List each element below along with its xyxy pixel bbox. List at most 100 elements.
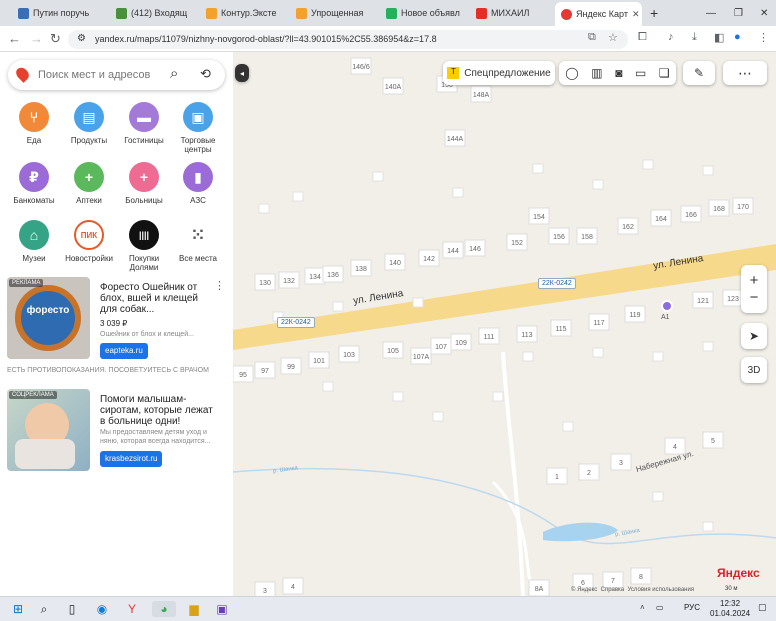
house-number: 156: [553, 234, 565, 241]
task-view-icon[interactable]: ▯: [64, 601, 80, 617]
language-indicator[interactable]: РУС: [684, 603, 700, 612]
new-tab-button[interactable]: +: [644, 4, 662, 22]
category-malls[interactable]: ▣ Торговые центры: [170, 102, 226, 154]
help-link[interactable]: Справка: [601, 587, 625, 593]
more-menu-button[interactable]: ⋯: [723, 61, 767, 85]
ad-image: СОЦРЕКЛАМА: [7, 389, 90, 471]
collapse-sidebar-button[interactable]: ◂: [235, 64, 249, 82]
category-split-payments[interactable]: |||| Покупки Долями: [116, 220, 172, 272]
file-explorer-icon[interactable]: ▆: [186, 601, 202, 617]
notifications-icon[interactable]: ▢: [758, 602, 767, 613]
yandex-browser-icon[interactable]: Y: [124, 601, 140, 617]
ruler-button[interactable]: ✎: [683, 61, 715, 85]
close-window-button[interactable]: ✕: [754, 4, 774, 22]
transit-icon[interactable]: ▭: [635, 66, 646, 80]
category-hotels[interactable]: ▬ Гостиницы: [116, 102, 172, 145]
category-atm[interactable]: ₽ Банкоматы: [6, 162, 62, 205]
category-pharmacy[interactable]: + Аптеки: [61, 162, 117, 205]
panorama-icon[interactable]: ◯: [565, 66, 578, 80]
category-museums[interactable]: ⌂ Музеи: [6, 220, 62, 263]
category-all-places[interactable]: ⁙ Все места: [170, 220, 226, 263]
outbuilding: [432, 411, 444, 422]
tab-uproshennaya[interactable]: Упрощенная: [290, 4, 380, 22]
toggle-3d-button[interactable]: 3D: [741, 357, 767, 383]
network-icon[interactable]: ▭: [656, 603, 664, 612]
tray-chevron-icon[interactable]: ˄: [640, 603, 645, 612]
outbuilding: [532, 163, 544, 174]
house-number: 146/6: [352, 64, 370, 71]
tab-label: Упрощенная: [311, 8, 364, 18]
chrome-icon[interactable]: ◕: [152, 601, 176, 617]
ad-link-button[interactable]: krasbezsirot.ru: [100, 451, 163, 467]
tab-inbox[interactable]: (412) Входящ: [110, 4, 202, 22]
layers-icon[interactable]: ❏: [659, 66, 670, 80]
route-icon[interactable]: ⟲: [200, 66, 211, 82]
outbuilding: [412, 297, 424, 308]
marker-label: А1: [661, 314, 670, 321]
category-hospitals[interactable]: + Больницы: [116, 162, 172, 205]
clock-time: 12:32: [720, 599, 741, 608]
side-panel-icon[interactable]: ◧: [714, 31, 724, 44]
close-tab-icon[interactable]: ✕: [632, 9, 640, 20]
zoom-out-button[interactable]: −: [750, 289, 759, 306]
tab-mikhail[interactable]: МИХАИЛ: [470, 4, 554, 22]
more-options-icon[interactable]: ⋮: [214, 279, 225, 292]
edge-icon[interactable]: ◉: [94, 601, 110, 617]
house-number: 103: [343, 352, 355, 359]
outbuilding: [562, 421, 574, 432]
minimize-button[interactable]: —: [700, 4, 722, 22]
category-label: Гостиницы: [124, 136, 164, 145]
youtube-icon: [476, 7, 487, 19]
map-book-icon[interactable]: ▥: [591, 66, 602, 80]
site-info-icon[interactable]: ⚙: [77, 33, 86, 44]
bookmark-star-icon[interactable]: ☆: [608, 31, 618, 44]
category-groceries[interactable]: ▤ Продукты: [61, 102, 117, 145]
ad-card-orphans[interactable]: СОЦРЕКЛАМА Помоги малышам-сиротам, котор…: [7, 389, 229, 475]
house-number: 117: [593, 320, 604, 327]
house-number: 2: [587, 470, 591, 477]
extensions-icon[interactable]: ⧠: [638, 31, 647, 44]
ad-link-button[interactable]: eapteka.ru: [100, 343, 148, 359]
media-icon[interactable]: ♪: [668, 31, 674, 43]
profile-avatar-icon[interactable]: ●: [734, 31, 741, 43]
house-number: 107: [435, 344, 447, 351]
outbuilding: [452, 187, 464, 198]
copyright-text: © Яндекс: [571, 587, 598, 593]
downloads-icon[interactable]: ⤓: [692, 31, 697, 44]
bed-icon: ▬: [129, 102, 159, 132]
map-canvas[interactable]: 146/6 140А 150 148А 144А 154 156 158 162 164 166 16…: [233, 52, 776, 596]
tab-putin[interactable]: Путин поручь: [12, 4, 104, 22]
windows-start-icon[interactable]: ⊞: [10, 601, 26, 617]
house-number: 168: [713, 206, 725, 213]
category-gas[interactable]: ▮ АЗС: [170, 162, 226, 205]
taskbar-search-icon[interactable]: ⌕: [36, 601, 52, 617]
house-number: 144А: [447, 136, 464, 143]
clock[interactable]: 12:32 01.04.2024: [710, 599, 750, 619]
maximize-button[interactable]: ❐: [728, 4, 749, 22]
url-field[interactable]: ⚙ yandex.ru/maps/11079/nizhny-novgorod-o…: [68, 30, 628, 49]
category-food[interactable]: ⑂ Еда: [6, 102, 62, 145]
address-marker-icon[interactable]: [661, 300, 673, 312]
tab-new-ad[interactable]: Новое объявл: [380, 4, 470, 22]
my-location-button[interactable]: ➤: [741, 323, 767, 349]
house-number: 136: [327, 272, 339, 279]
back-icon[interactable]: ←: [8, 31, 21, 46]
ad-card-foresto[interactable]: форесто РЕКЛАМА Форесто Ошейник от блох,…: [7, 277, 229, 367]
category-new-buildings[interactable]: ПИК Новостройки: [61, 220, 117, 263]
terms-link[interactable]: Условия использования: [628, 587, 695, 593]
menu-dots-icon[interactable]: ⋮: [758, 31, 769, 44]
camera-icon[interactable]: ◙: [615, 66, 622, 80]
forward-icon[interactable]: →: [30, 31, 43, 46]
install-app-icon[interactable]: ⧉: [588, 31, 596, 44]
zoom-in-button[interactable]: +: [750, 272, 759, 289]
search-icon[interactable]: ⌕: [170, 65, 178, 82]
side-road: [491, 480, 535, 596]
tab-yandex-maps[interactable]: Яндекс Карт ✕: [555, 2, 642, 26]
special-offer-button[interactable]: T Спецпредложение: [443, 61, 555, 85]
house-number: 170: [737, 204, 749, 211]
save-app-icon[interactable]: ▣: [214, 601, 230, 617]
search-box[interactable]: Поиск мест и адресов ⌕ ⟲: [8, 60, 225, 90]
tab-kontur[interactable]: Контур.Экстe: [200, 4, 290, 22]
tab-label: (412) Входящ: [131, 8, 188, 18]
reload-icon[interactable]: ↻: [50, 31, 61, 47]
